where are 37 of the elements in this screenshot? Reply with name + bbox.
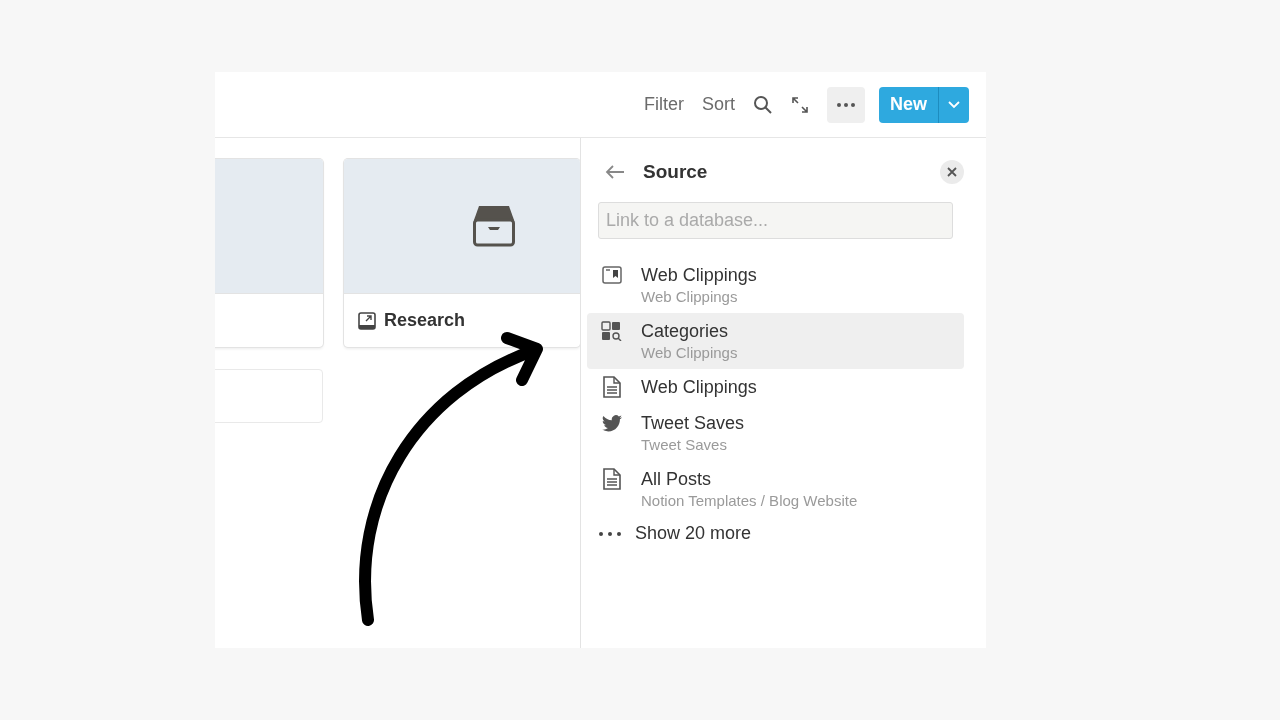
item-title: Tweet Saves [641,412,745,435]
database-item[interactable]: Tweet Saves Tweet Saves [587,405,964,461]
panel-title: Source [643,161,709,183]
chevron-down-icon [948,100,960,109]
item-title: All Posts [641,468,713,491]
item-path: Notion Templates / Blog Website [641,491,858,511]
database-item[interactable]: Categories Web Clippings [587,313,964,369]
database-item[interactable]: Web Clippings Web Clippings [587,257,964,313]
gallery-view-icon [601,321,623,341]
dropdown-button[interactable] [938,86,969,123]
web-clip-icon [602,266,622,284]
item-title: Web Clippings [641,264,757,287]
item-title: Categories [641,320,730,343]
database-item[interactable]: Web Clippings [587,369,964,405]
item-path: Tweet Saves [641,435,728,455]
more-icon [599,531,621,536]
gallery-card[interactable]: Research [344,159,580,347]
card-title: Research [384,310,466,331]
item-path: Web Clippings [641,343,738,363]
search-icon[interactable] [753,94,773,115]
filter-button[interactable]: Filter [643,94,684,115]
document-icon [603,468,621,490]
document-icon [603,376,621,398]
more-options-button[interactable] [827,86,865,123]
show-more-button[interactable]: Show 20 more [587,517,964,544]
link-page-icon [358,311,376,330]
database-item[interactable]: All Posts Notion Templates / Blog Website [587,461,964,517]
close-icon [947,167,957,177]
item-title: Web Clippings [641,376,757,399]
search-field[interactable]: Link to a database... [598,202,953,239]
item-path: Web Clippings [641,287,739,307]
bird-icon [602,414,622,432]
back-arrow-icon[interactable] [605,165,625,179]
more-icon [837,102,855,107]
close-button[interactable] [940,160,964,184]
expand-icon[interactable] [791,95,809,114]
sort-button[interactable]: Sort [701,94,735,115]
